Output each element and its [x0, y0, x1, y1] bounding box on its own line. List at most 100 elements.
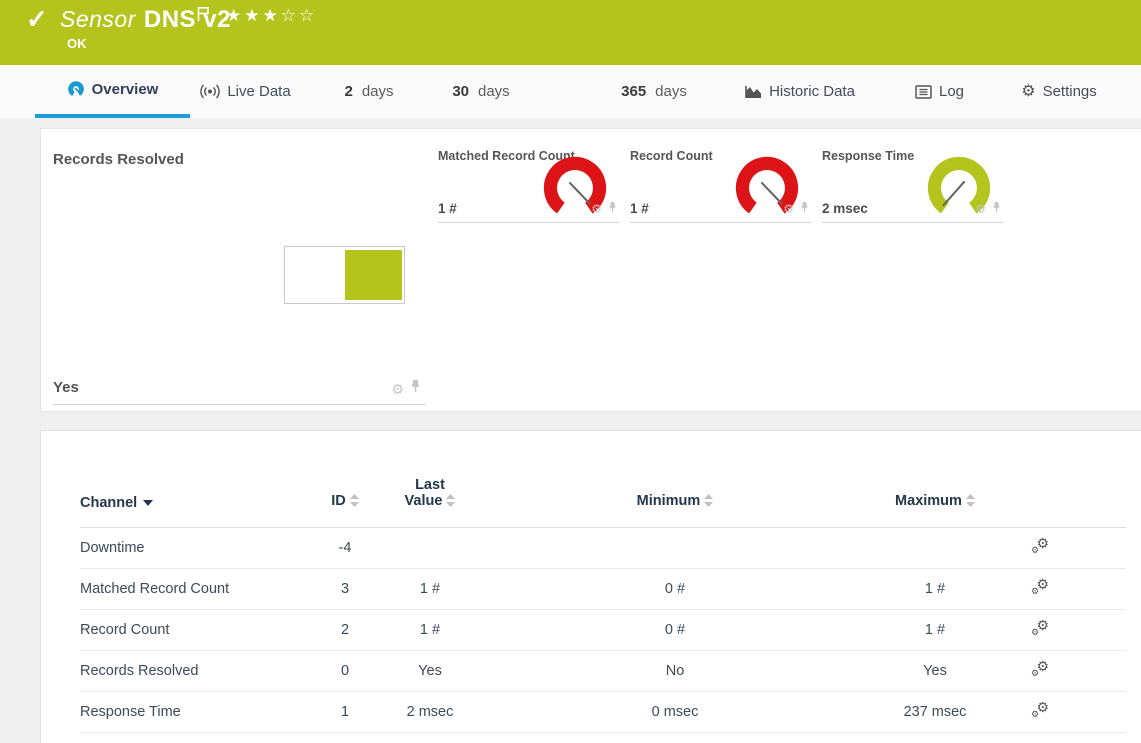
table-row: Record Count 2 1 # 0 # 1 # ⚙⚙	[80, 610, 1126, 651]
channel-last-value: 1 #	[375, 569, 485, 610]
tab-live-data[interactable]: Live Data	[198, 65, 293, 118]
edit-channel-gears-icon[interactable]: ⚙⚙	[1031, 579, 1049, 595]
area-chart-icon	[745, 84, 762, 99]
sensor-header: ✓ Sensor DNS v2 ★★★☆☆ OK	[0, 0, 1141, 65]
edit-channel-gears-icon[interactable]: ⚙⚙	[1031, 538, 1049, 554]
edit-channel-gears-icon[interactable]: ⚙⚙	[1031, 661, 1049, 677]
records-resolved-bar-chart	[284, 246, 405, 304]
minimum-header-label: Minimum	[637, 493, 701, 509]
channel-last-value: 2 msec	[375, 692, 485, 733]
broadcast-icon	[200, 84, 220, 99]
id-header-label: ID	[331, 493, 346, 509]
tile-gear-icon[interactable]: ⚙	[975, 203, 986, 215]
sensor-title-prefix: Sensor	[60, 6, 136, 32]
pin-icon[interactable]	[410, 379, 421, 398]
last-value-header-line1: Last	[415, 477, 445, 493]
tab-365-days[interactable]: 365 days	[618, 65, 690, 118]
tile-record-count[interactable]: Record Count 1 # ⚙	[630, 141, 811, 223]
table-header-row: Channel ID Last Value Minimum Maximum	[80, 431, 1126, 528]
tile-gear-icon[interactable]: ⚙	[783, 203, 794, 215]
channel-name: Records Resolved	[80, 651, 315, 692]
last-value-header-line2: Value	[405, 493, 443, 509]
matched-record-count-value: 1 #	[438, 201, 457, 216]
tile-icon-group: ⚙	[975, 200, 1001, 218]
channel-maximum: 1 #	[865, 610, 1005, 651]
column-header-channel[interactable]: Channel	[80, 431, 315, 528]
edit-channel-gears-icon[interactable]: ⚙⚙	[1031, 620, 1049, 636]
tile-records-resolved[interactable]: Records Resolved Yes ⚙	[53, 137, 426, 405]
column-header-id[interactable]: ID	[315, 431, 375, 528]
tab-bar: Overview Live Data 2 days 30 days 365 da…	[0, 65, 1141, 118]
channel-edit-cell: ⚙⚙	[1005, 610, 1075, 651]
record-count-value: 1 #	[630, 201, 649, 216]
stars-empty: ☆☆	[281, 6, 317, 25]
channels-table: Channel ID Last Value Minimum Maximum	[80, 431, 1126, 733]
column-header-edit	[1005, 431, 1075, 528]
overview-panel: Records Resolved Yes ⚙	[40, 128, 1141, 412]
channel-id: 0	[315, 651, 375, 692]
status-badge: OK	[67, 36, 87, 51]
gauge-icon	[67, 81, 85, 98]
tile-response-time[interactable]: Response Time 2 msec ⚙	[822, 141, 1003, 223]
tab-overview-label: Overview	[92, 81, 159, 98]
table-row: Matched Record Count 3 1 # 0 # 1 # ⚙⚙	[80, 569, 1126, 610]
channel-id: 2	[315, 610, 375, 651]
channel-minimum: 0 msec	[485, 692, 865, 733]
tab-30-days-label: days	[478, 83, 510, 100]
tab-30-days[interactable]: 30 days	[448, 65, 514, 118]
table-row: Downtime -4 ⚙⚙	[80, 528, 1126, 569]
star-rating[interactable]: ★★★☆☆	[226, 6, 317, 26]
channel-maximum: 237 msec	[865, 692, 1005, 733]
sort-icon	[704, 494, 713, 511]
channel-edit-cell: ⚙⚙	[1005, 692, 1075, 733]
channel-header-label: Channel	[80, 495, 137, 511]
ok-check-icon: ✓	[26, 4, 48, 35]
tile-gear-icon[interactable]: ⚙	[391, 382, 404, 396]
spacer-cell	[1075, 569, 1126, 610]
channel-name: Downtime	[80, 528, 315, 569]
tab-2-days[interactable]: 2 days	[340, 65, 398, 118]
tab-live-data-label: Live Data	[227, 83, 290, 100]
channel-id: -4	[315, 528, 375, 569]
flag-icon[interactable]	[197, 6, 210, 27]
tile-records-resolved-title: Records Resolved	[53, 137, 426, 168]
sort-icon	[446, 494, 455, 511]
tab-2-days-label: days	[362, 83, 394, 100]
channel-name: Matched Record Count	[80, 569, 315, 610]
spacer-cell	[1075, 610, 1126, 651]
pin-icon[interactable]	[800, 200, 809, 218]
tab-2-days-number: 2	[344, 83, 352, 100]
channel-id: 3	[315, 569, 375, 610]
tile-icon-group: ⚙	[783, 200, 809, 218]
column-header-maximum[interactable]: Maximum	[865, 431, 1005, 528]
spacer-cell	[1075, 692, 1126, 733]
response-time-value: 2 msec	[822, 201, 868, 216]
channel-edit-cell: ⚙⚙	[1005, 651, 1075, 692]
tab-30-days-number: 30	[452, 83, 469, 100]
channel-maximum: Yes	[865, 651, 1005, 692]
sort-icon	[966, 494, 975, 511]
tile-gear-icon[interactable]: ⚙	[591, 203, 602, 215]
tab-overview[interactable]: Overview	[35, 65, 190, 118]
tile-icon-group: ⚙	[391, 379, 421, 398]
sensor-title-name: DNS v2	[144, 6, 231, 33]
list-icon	[915, 85, 932, 99]
channel-last-value	[375, 528, 485, 569]
tab-settings[interactable]: ⚙ Settings	[1018, 65, 1100, 118]
table-row: Records Resolved 0 Yes No Yes ⚙⚙	[80, 651, 1126, 692]
tab-historic-data[interactable]: Historic Data	[740, 65, 860, 118]
tab-log[interactable]: Log	[912, 65, 967, 118]
column-header-last-value[interactable]: Last Value	[375, 431, 485, 528]
sort-desc-icon	[143, 494, 153, 510]
tile-matched-record-count[interactable]: Matched Record Count 1 # ⚙	[438, 141, 619, 223]
maximum-header-label: Maximum	[895, 493, 962, 509]
tile-footer: Yes ⚙	[53, 370, 426, 404]
column-header-minimum[interactable]: Minimum	[485, 431, 865, 528]
pin-icon[interactable]	[992, 200, 1001, 218]
tab-365-days-label: days	[655, 83, 687, 100]
pin-icon[interactable]	[608, 200, 617, 218]
edit-channel-gears-icon[interactable]: ⚙⚙	[1031, 702, 1049, 718]
gear-icon: ⚙	[1021, 84, 1035, 100]
tile-icon-group: ⚙	[591, 200, 617, 218]
column-header-spacer	[1075, 431, 1126, 528]
